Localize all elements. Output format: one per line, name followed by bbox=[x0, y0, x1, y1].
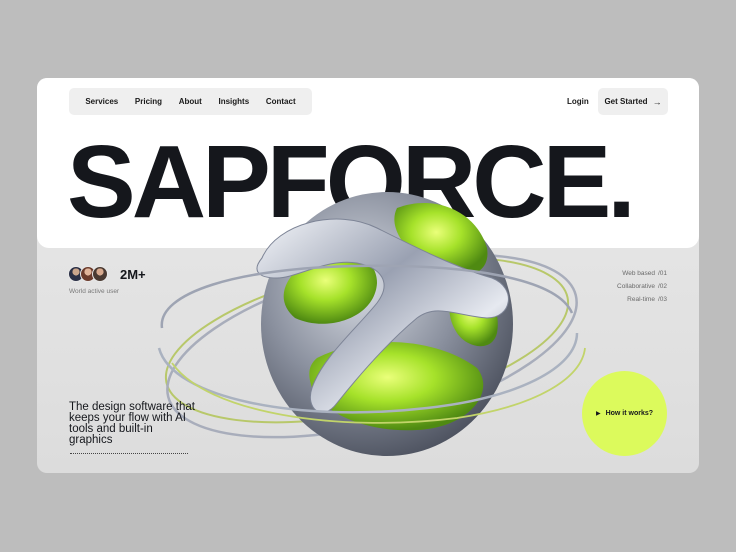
feature-item: Real-time/03 bbox=[617, 293, 667, 306]
nav-item-services[interactable]: Services bbox=[85, 97, 118, 106]
feature-number: /02 bbox=[657, 283, 667, 290]
nav-item-insights[interactable]: Insights bbox=[219, 97, 250, 106]
active-user-count: 2M+ bbox=[120, 267, 146, 282]
feature-label: Real-time bbox=[627, 296, 655, 303]
feature-number: /01 bbox=[657, 270, 667, 277]
get-started-button[interactable]: Get Started → bbox=[598, 88, 668, 115]
how-it-works-button[interactable]: ▶ How it works? bbox=[582, 371, 667, 456]
how-it-works-label: How it works? bbox=[605, 410, 654, 417]
feature-item: Collaborative/02 bbox=[617, 280, 667, 293]
nav-item-pricing[interactable]: Pricing bbox=[135, 97, 162, 106]
play-icon: ▶ bbox=[595, 411, 601, 417]
nav-item-contact[interactable]: Contact bbox=[266, 97, 296, 106]
feature-label: Collaborative bbox=[617, 283, 655, 290]
hero-frame: Services Pricing About Insights Contact … bbox=[37, 78, 699, 473]
dotted-divider bbox=[70, 453, 188, 454]
feature-item: Web based/01 bbox=[617, 267, 667, 280]
login-link[interactable]: Login bbox=[567, 97, 589, 106]
active-user-label: World active user bbox=[69, 288, 120, 295]
main-nav: Services Pricing About Insights Contact bbox=[69, 88, 312, 115]
feature-label: Web based bbox=[622, 270, 655, 277]
user-avatars bbox=[68, 266, 108, 282]
get-started-label: Get Started bbox=[604, 97, 648, 106]
brand-wordmark: SAPFORCE. bbox=[67, 124, 636, 239]
hero-header-panel: Services Pricing About Insights Contact … bbox=[37, 78, 699, 248]
arrow-right-icon: → bbox=[652, 96, 662, 107]
feature-number: /03 bbox=[657, 296, 667, 303]
nav-item-about[interactable]: About bbox=[179, 97, 202, 106]
hero-tagline: The design software that keeps your flow… bbox=[69, 401, 195, 446]
avatar bbox=[92, 266, 108, 282]
feature-list: Web based/01 Collaborative/02 Real-time /… bbox=[617, 267, 667, 306]
